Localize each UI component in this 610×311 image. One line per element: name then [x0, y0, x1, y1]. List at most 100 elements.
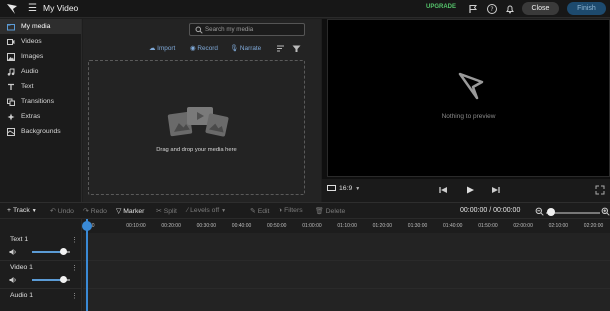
more-vertical-icon[interactable]: ⋮	[71, 236, 78, 244]
search-input[interactable]: Search my media	[189, 23, 305, 36]
zoom-out-icon[interactable]	[535, 207, 544, 216]
volume-slider-handle[interactable]	[60, 248, 67, 255]
scissors-icon: ✂︎	[156, 208, 162, 215]
filters-icon: ◑	[278, 207, 283, 214]
volume-slider-handle[interactable]	[60, 276, 67, 283]
edit-button[interactable]: ✎ Edit	[250, 207, 270, 216]
filters-button[interactable]: ◑ Filters	[278, 207, 303, 214]
flag-icon[interactable]	[467, 3, 479, 15]
undo-button[interactable]: ↶ Undo	[50, 207, 74, 216]
levels-button[interactable]: ∕ Levels off ▼	[187, 207, 226, 214]
track-header-video: Video 1 ⋮	[0, 261, 82, 289]
sidebar-item-backgrounds[interactable]: Backgrounds	[0, 124, 81, 139]
sort-icon[interactable]	[276, 44, 285, 53]
top-bar: ☰ My Video UPGRADE ? Close Finish	[0, 0, 610, 18]
edit-label: Edit	[257, 207, 270, 215]
sidebar-item-label: Videos	[21, 38, 42, 45]
sidebar-item-label: Extras	[21, 113, 41, 120]
redo-icon: ↷	[83, 208, 89, 215]
search-placeholder: Search my media	[205, 26, 254, 33]
volume-icon[interactable]	[9, 248, 17, 256]
more-vertical-icon[interactable]: ⋮	[71, 264, 78, 272]
finish-button[interactable]: Finish	[567, 2, 606, 15]
transitions-icon	[7, 98, 15, 106]
upgrade-link[interactable]: UPGRADE	[426, 4, 456, 10]
volume-icon[interactable]	[9, 276, 17, 284]
timeline-tick-label: 00:30:00	[196, 223, 217, 229]
zoom-slider-handle[interactable]	[547, 208, 555, 216]
narrate-button[interactable]: 🎙︎ Narrate	[230, 44, 261, 52]
timeline-tick-label: 01:30:00	[407, 223, 428, 229]
project-title[interactable]: My Video	[43, 3, 78, 13]
sidebar-item-label: My media	[21, 23, 51, 30]
volume-slider-fill	[32, 251, 62, 253]
sparkle-icon	[7, 113, 15, 120]
redo-label: Redo	[90, 207, 107, 215]
microphone-icon: 🎙︎	[230, 45, 239, 52]
record-label: Record	[197, 45, 218, 52]
timeline-ruler[interactable]: 0000:10:0000:20:0000:30:0000:40:0000:50:…	[83, 219, 610, 233]
volume-slider-fill	[32, 279, 62, 281]
levels-icon: ∕	[187, 207, 189, 214]
import-button[interactable]: ☁ Import	[149, 44, 175, 52]
marker-icon: ▽	[116, 208, 122, 215]
timeline-lane-audio[interactable]	[83, 289, 610, 311]
timeline-lane-video[interactable]	[83, 261, 610, 289]
cloud-upload-icon: ☁	[149, 45, 156, 52]
timeline-tick-label: 00:20:00	[161, 223, 181, 229]
sidebar-item-audio[interactable]: Audio	[0, 64, 81, 79]
sidebar-item-my-media[interactable]: My media	[0, 19, 81, 34]
track-header-text: Text 1 ⋮	[0, 233, 82, 261]
search-icon	[195, 26, 203, 34]
aspect-ratio-select[interactable]: 16:9 ▼	[327, 185, 360, 192]
play-icon[interactable]	[464, 184, 476, 196]
notification-bell-icon[interactable]	[504, 3, 516, 15]
record-button[interactable]: ◉ Record	[190, 44, 218, 52]
sidebar-item-transitions[interactable]: Transitions	[0, 94, 81, 109]
timeline-tick-label: 01:40:00	[443, 223, 463, 229]
media-drop-zone[interactable]: Drag and drop your media here	[88, 60, 305, 195]
timeline-tick-label: 00:40:00	[231, 223, 252, 229]
sidebar-item-images[interactable]: Images	[0, 49, 81, 64]
more-vertical-icon[interactable]: ⋮	[71, 292, 78, 300]
preview-empty-text: Nothing to preview	[441, 113, 496, 120]
track-name[interactable]: Video 1	[10, 264, 33, 271]
sidebar-item-text[interactable]: Text	[0, 79, 81, 94]
sidebar-item-label: Audio	[21, 68, 39, 75]
menu-icon[interactable]: ☰	[28, 3, 37, 15]
timeline-tick-label: 01:50:00	[478, 223, 498, 229]
close-button[interactable]: Close	[522, 2, 559, 15]
sidebar-item-label: Transitions	[21, 98, 54, 105]
fullscreen-icon[interactable]	[595, 185, 605, 195]
music-note-icon	[7, 68, 15, 76]
text-icon	[8, 83, 14, 90]
playhead-handle[interactable]	[82, 221, 92, 231]
levels-label: Levels off	[190, 207, 220, 214]
filter-icon[interactable]	[292, 44, 301, 53]
add-track-button[interactable]: + Track ▼	[7, 207, 37, 214]
sidebar-item-extras[interactable]: Extras	[0, 109, 81, 124]
timeline-lane-text[interactable]	[83, 233, 610, 261]
skip-back-icon[interactable]	[437, 184, 449, 196]
timeline-tick-label: 02:20:00	[583, 223, 604, 229]
split-button[interactable]: ✂︎ Split	[156, 207, 177, 216]
video-editor-app: ☰ My Video UPGRADE ? Close Finish My med…	[0, 0, 610, 311]
track-name[interactable]: Text 1	[10, 236, 28, 243]
skip-forward-icon[interactable]	[490, 184, 502, 196]
track-name[interactable]: Audio 1	[10, 292, 33, 299]
narrate-label: Narrate	[239, 45, 262, 52]
delete-button[interactable]: 🗑︎ Delete	[315, 207, 345, 216]
sidebar-item-videos[interactable]: Videos	[0, 34, 81, 49]
marker-button[interactable]: ▽ Marker	[116, 207, 144, 216]
timeline-tick-label: 01:20:00	[372, 223, 393, 229]
backgrounds-icon	[7, 127, 15, 136]
help-icon[interactable]: ?	[486, 3, 498, 15]
add-track-label: Track	[12, 207, 30, 214]
media-folder-icon	[7, 23, 15, 30]
app-watermark-icon	[458, 72, 484, 100]
app-logo-icon[interactable]	[6, 3, 18, 15]
zoom-in-icon[interactable]	[601, 207, 610, 216]
redo-button[interactable]: ↷ Redo	[83, 207, 107, 216]
playhead-line[interactable]	[86, 219, 88, 311]
trash-icon: 🗑︎	[315, 208, 324, 215]
